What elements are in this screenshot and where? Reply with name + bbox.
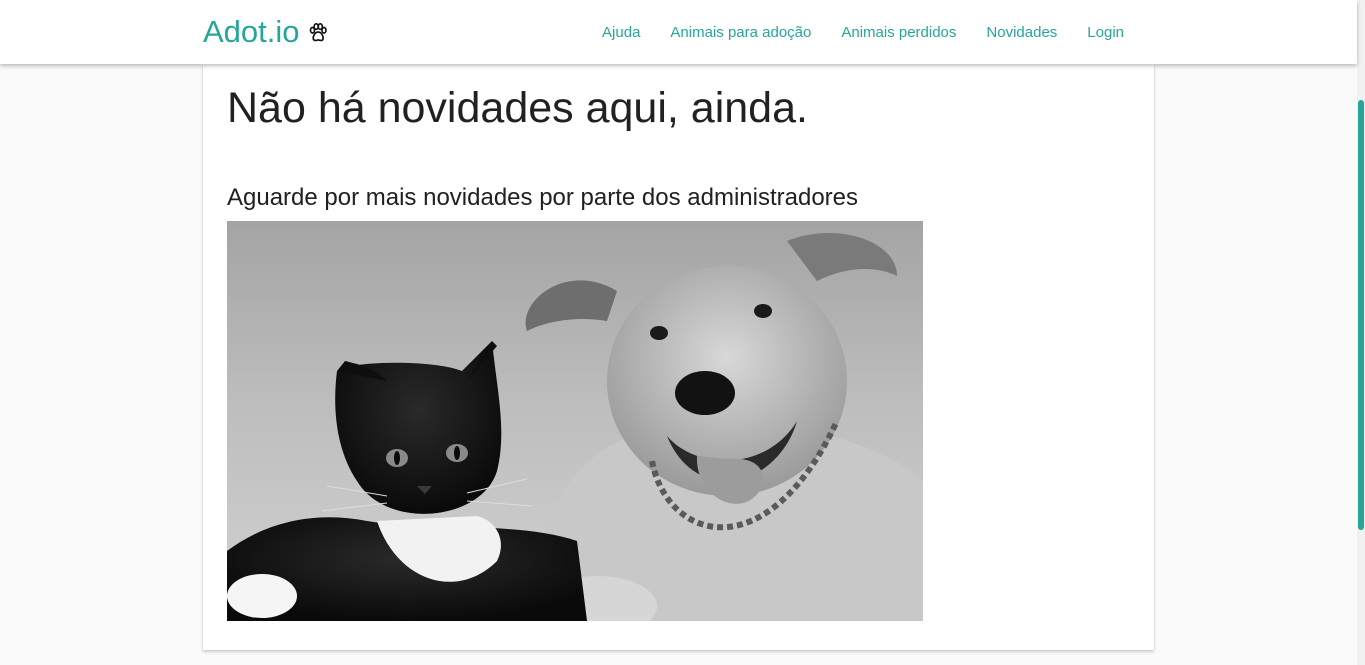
nav-link-animais-perdidos[interactable]: Animais perdidos	[826, 24, 971, 41]
paw-icon	[309, 23, 327, 42]
scrollbar-thumb[interactable]	[1358, 100, 1364, 530]
news-card: Não há novidades aqui, ainda. Aguarde po…	[203, 64, 1154, 650]
cat-and-dog-photo	[227, 221, 923, 621]
nav-link-login[interactable]: Login	[1072, 24, 1139, 41]
top-navbar: Adot.io Ajuda Animais para adoção Animai…	[0, 0, 1357, 64]
nav-link-animais-para-adocao[interactable]: Animais para adoção	[655, 24, 826, 41]
page-scrollbar[interactable]	[1357, 0, 1365, 665]
page-subtitle: Aguarde por mais novidades por parte dos…	[227, 184, 859, 211]
brand-name: Adot.io	[203, 14, 300, 49]
nav-menu: Ajuda Animais para adoção Animais perdid…	[587, 0, 1139, 64]
nav-link-novidades[interactable]: Novidades	[971, 24, 1072, 41]
page-title: Não há novidades aqui, ainda.	[227, 84, 808, 132]
nav-link-ajuda[interactable]: Ajuda	[587, 24, 655, 41]
brand-logo-link[interactable]: Adot.io	[203, 12, 329, 52]
